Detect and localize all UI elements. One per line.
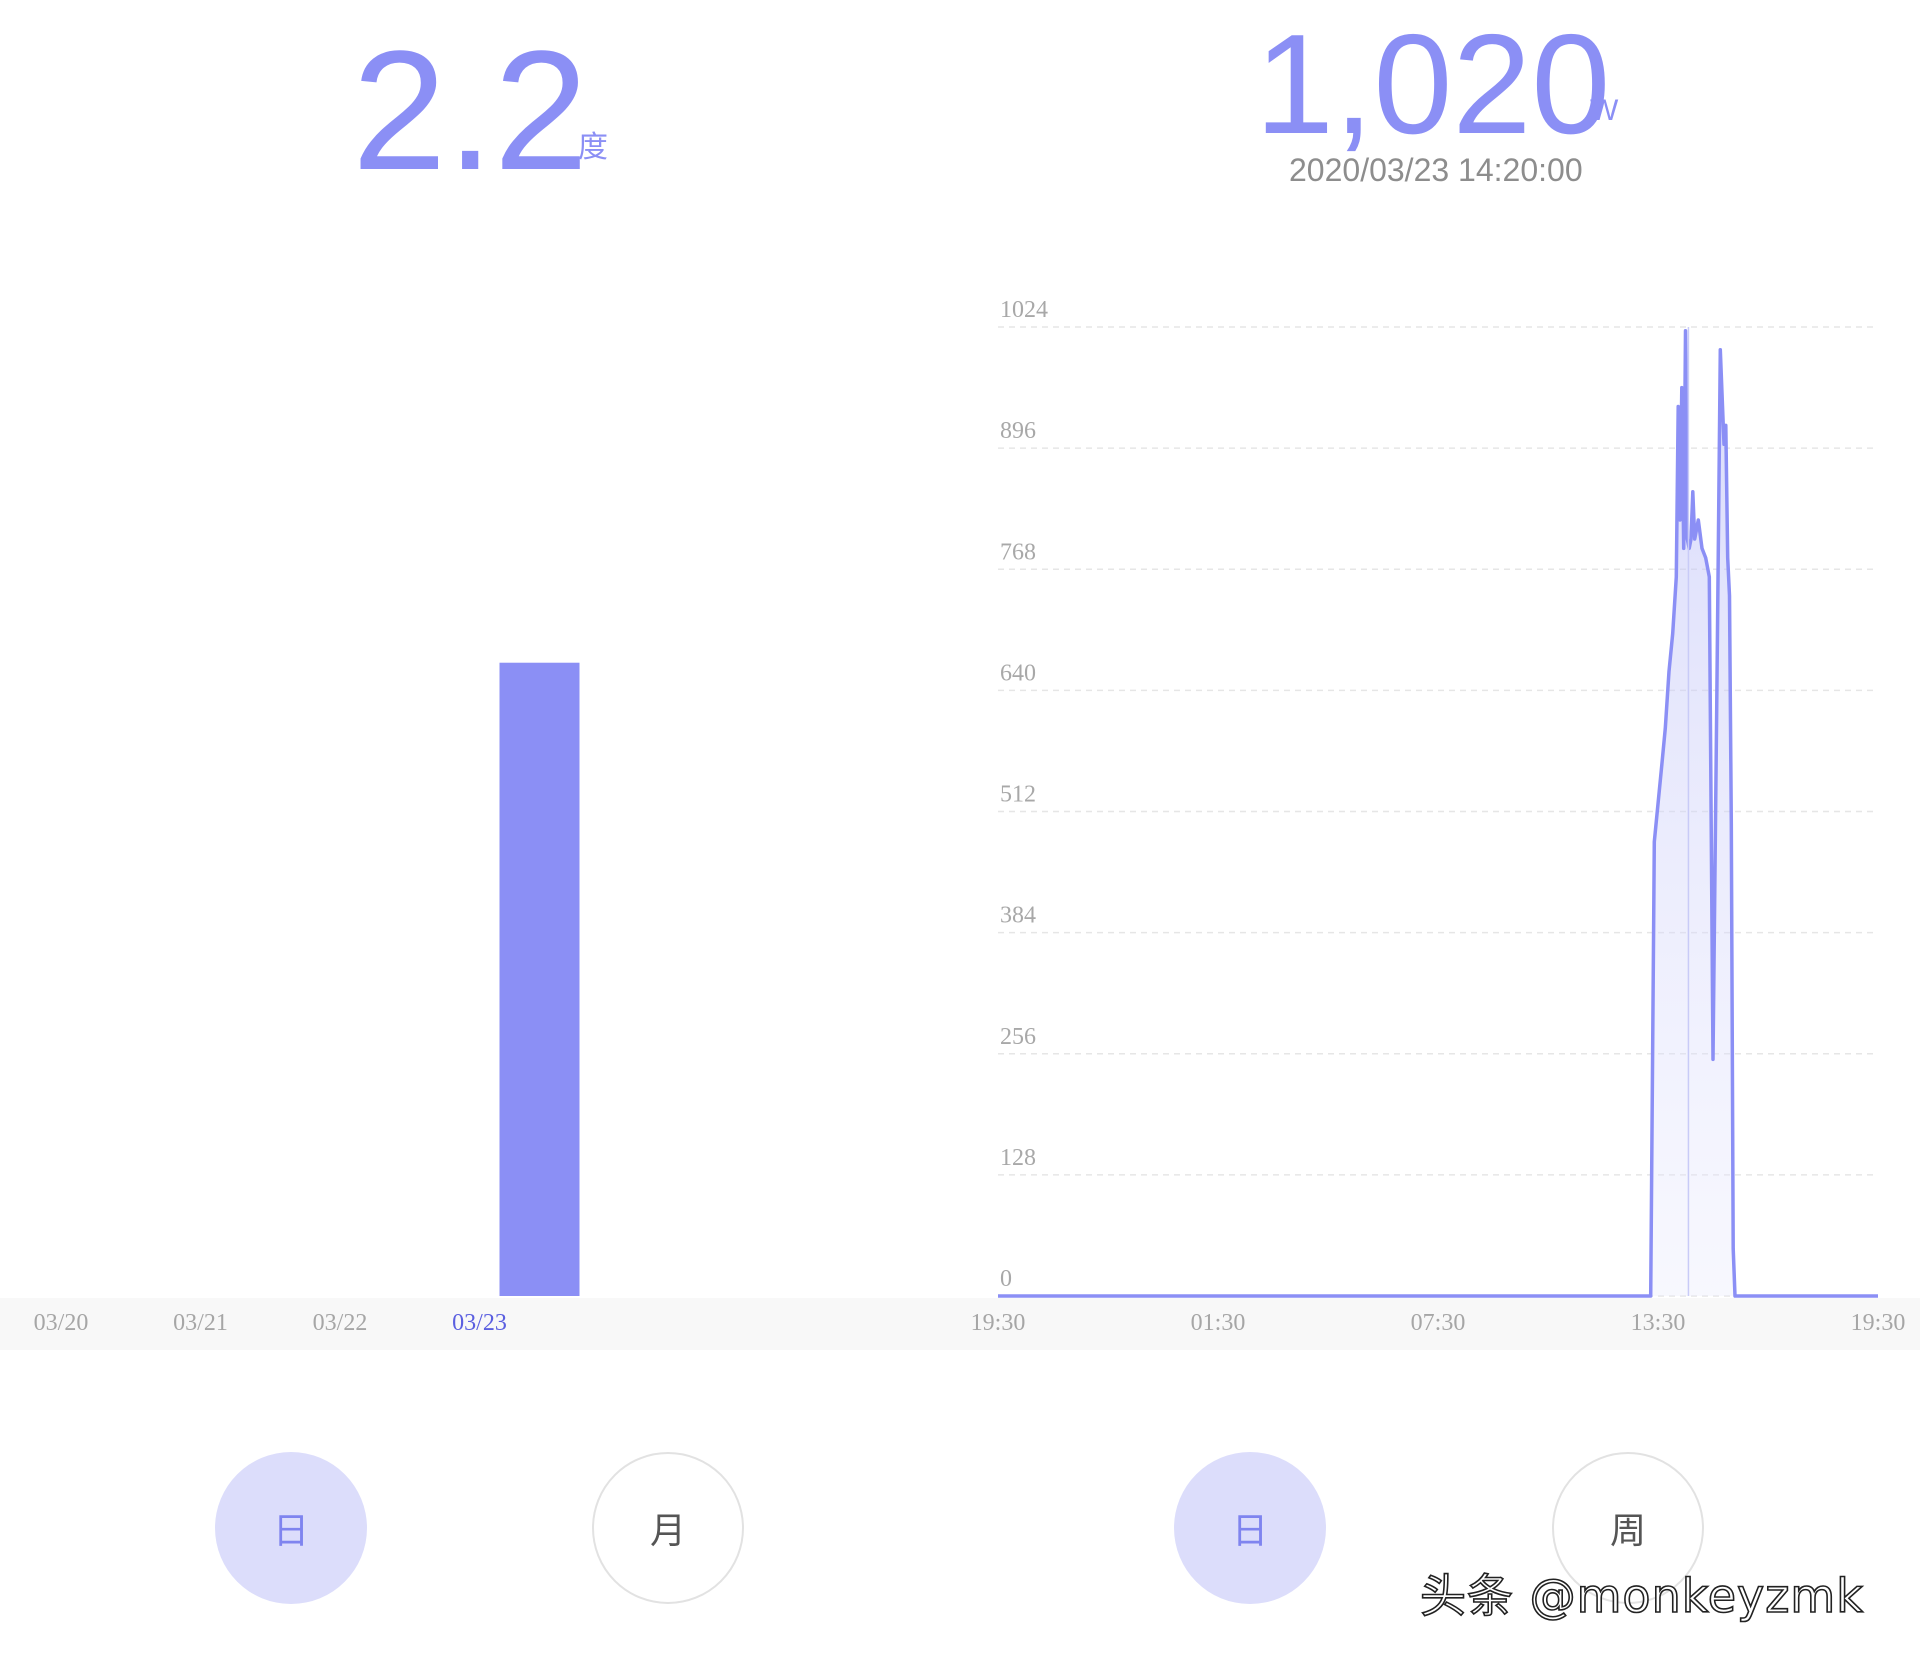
energy-x-tick[interactable]: 03/23 bbox=[452, 1310, 507, 1337]
power-series-line bbox=[998, 329, 1878, 1298]
power-y-tick: 384 bbox=[1000, 903, 1036, 929]
power-y-tick: 256 bbox=[1000, 1024, 1036, 1050]
power-area-fill bbox=[998, 330, 1878, 1296]
power-x-tick: 19:30 bbox=[970, 1310, 1026, 1336]
energy-tab-month-button[interactable]: 月 bbox=[592, 1452, 744, 1604]
energy-tab-day-button[interactable]: 日 bbox=[215, 1452, 367, 1604]
watermark-text: 头条 @monkeyzmk bbox=[1419, 1568, 1864, 1624]
energy-bar[interactable] bbox=[499, 662, 580, 1296]
power-y-tick: 640 bbox=[1000, 660, 1036, 686]
energy-x-tick[interactable]: 03/21 bbox=[173, 1310, 228, 1337]
power-y-tick: 768 bbox=[1000, 539, 1036, 565]
power-y-tick: 128 bbox=[1000, 1145, 1036, 1171]
power-y-tick: 0 bbox=[1000, 1266, 1012, 1292]
power-area-chart: 0 128 256 384 512 640 768 896 1024 bbox=[998, 297, 1878, 1298]
energy-x-tick[interactable]: 03/22 bbox=[313, 1310, 368, 1337]
energy-bar-chart bbox=[499, 662, 580, 1296]
power-tab-day-button[interactable]: 日 bbox=[1174, 1452, 1326, 1604]
energy-x-tick[interactable]: 03/20 bbox=[34, 1310, 89, 1337]
power-y-tick: 1024 bbox=[1000, 297, 1048, 323]
power-y-tick: 512 bbox=[1000, 782, 1036, 808]
power-x-tick: 13:30 bbox=[1630, 1310, 1686, 1336]
power-panel: 1,020 W 2020/03/23 14:20:00 0 128 256 384 51… bbox=[960, 0, 1920, 1660]
power-y-tick: 896 bbox=[1000, 418, 1036, 444]
power-x-tick: 19:30 bbox=[1850, 1310, 1906, 1336]
power-x-tick: 07:30 bbox=[1410, 1310, 1466, 1336]
power-x-tick: 01:30 bbox=[1190, 1310, 1246, 1336]
energy-panel: 2.2 度 03/20 03/21 03/22 03/23 日 月 bbox=[0, 0, 960, 1660]
